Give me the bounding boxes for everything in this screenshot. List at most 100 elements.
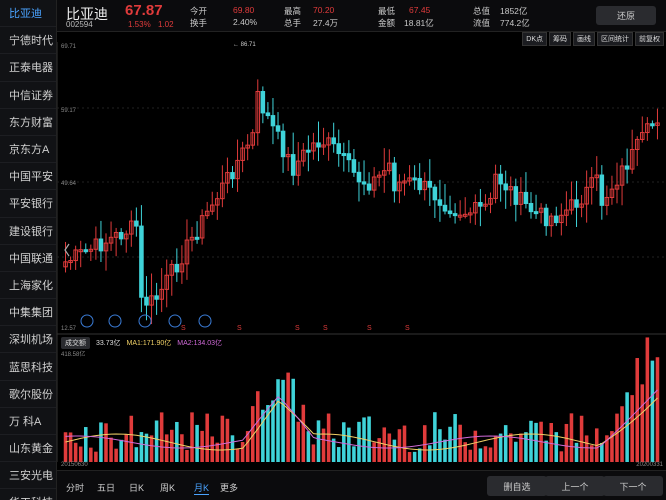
volume-bar bbox=[615, 413, 619, 462]
volume-bar bbox=[448, 426, 452, 462]
volume-legend: 成交额 33.73亿 MA1:171.90亿 MA2:134.03亿 bbox=[61, 337, 222, 349]
candle-body bbox=[351, 159, 357, 173]
stock-change-pct: 1.53% bbox=[128, 20, 151, 29]
volume-bar bbox=[428, 445, 432, 462]
sidebar-item-2[interactable]: 正泰电器 bbox=[0, 54, 56, 82]
sidebar-item-6[interactable]: 中国平安 bbox=[0, 163, 56, 191]
volume-bar bbox=[534, 422, 538, 462]
candle-body bbox=[442, 204, 448, 212]
total-cap-label: 总值 bbox=[473, 6, 491, 16]
sell-marker: S bbox=[405, 325, 410, 332]
period-5day[interactable]: 五日 bbox=[97, 481, 115, 494]
candle-body bbox=[144, 296, 149, 306]
sidebar-item-4[interactable]: 东方财富 bbox=[0, 109, 56, 136]
volume-bar bbox=[412, 451, 417, 462]
candle-body bbox=[554, 215, 559, 224]
sidebar-item-18[interactable]: 华工科技 bbox=[0, 489, 56, 500]
period-weekly[interactable]: 周K bbox=[160, 481, 175, 494]
chart-tool-icon-0[interactable] bbox=[80, 314, 94, 328]
sidebar-item-13[interactable]: 蓝思科技 bbox=[0, 353, 56, 381]
volume-bar bbox=[620, 406, 624, 462]
volume-bar bbox=[357, 421, 361, 462]
sidebar-item-14[interactable]: 歌尔股份 bbox=[0, 381, 56, 408]
candle-body bbox=[316, 142, 321, 148]
chart-tool-icon-1[interactable] bbox=[108, 314, 122, 328]
chart-tool-icon-3[interactable] bbox=[168, 314, 182, 328]
high-marker-label: ← 86.71 bbox=[233, 42, 256, 48]
volume-bar bbox=[367, 416, 371, 462]
volume-bar bbox=[372, 442, 376, 462]
volume-bar bbox=[185, 449, 189, 462]
sell-marker: S bbox=[181, 325, 186, 332]
sidebar-item-10[interactable]: 上海家化 bbox=[0, 272, 56, 300]
volume-bar bbox=[311, 444, 316, 462]
candle-body bbox=[503, 183, 508, 191]
candle-body bbox=[346, 153, 352, 161]
volume-bar bbox=[422, 425, 427, 462]
sidebar-item-17[interactable]: 三安光电 bbox=[0, 462, 56, 490]
amount-label: 金额 bbox=[378, 18, 396, 28]
next-button[interactable]: 下一个 bbox=[603, 476, 663, 496]
sidebar-item-5[interactable]: 京东方A bbox=[0, 136, 56, 164]
volume-bar bbox=[493, 435, 498, 462]
candle-body bbox=[280, 130, 286, 158]
candlestick-chart[interactable]: S S S S S S ← 86.71 bbox=[57, 32, 666, 470]
volume-bar bbox=[149, 435, 154, 462]
volume-bar bbox=[190, 412, 194, 462]
candle-body bbox=[417, 178, 422, 191]
period-more[interactable]: 更多 bbox=[220, 481, 238, 494]
stock-sidebar: 比亚迪 宁德时代 正泰电器 中信证券 东方财富 京东方A 中国平安 平安银行 建设银行 中国联通上… bbox=[0, 0, 57, 500]
volume-bar bbox=[397, 429, 402, 462]
volume-bar bbox=[154, 420, 159, 462]
sidebar-item-3[interactable]: 中信证券 bbox=[0, 82, 56, 109]
volume-bar bbox=[195, 424, 199, 462]
candle-body bbox=[624, 165, 630, 170]
low-value: 67.45 bbox=[409, 5, 431, 15]
candle-body bbox=[427, 180, 433, 188]
remove-watchlist-button[interactable]: 删自选 bbox=[487, 476, 547, 496]
volume-bar bbox=[104, 423, 108, 462]
chart-tool-icon-2[interactable] bbox=[138, 314, 152, 328]
open-value: 69.80 bbox=[233, 5, 255, 15]
candle-body bbox=[513, 186, 519, 205]
volume-bar bbox=[473, 430, 478, 462]
sell-marker: S bbox=[295, 325, 300, 332]
price-tick-top: 69.71 bbox=[61, 44, 77, 50]
volume-bar bbox=[478, 448, 483, 462]
sell-marker: S bbox=[367, 325, 372, 332]
date-end: 20200331 bbox=[636, 462, 663, 468]
sidebar-item-12[interactable]: 深圳机场 bbox=[0, 326, 56, 354]
volume-bar bbox=[99, 422, 103, 462]
volume-bar bbox=[83, 427, 88, 462]
volume-bar bbox=[144, 433, 149, 462]
candle-body bbox=[392, 162, 397, 192]
period-daily[interactable]: 日K bbox=[129, 481, 144, 494]
sidebar-item-9[interactable]: 中国联通 bbox=[0, 245, 56, 272]
period-monthly[interactable]: 月K bbox=[194, 481, 210, 495]
candle-body bbox=[265, 112, 271, 117]
sidebar-item-1[interactable]: 宁德时代 bbox=[0, 27, 56, 55]
candle-body bbox=[260, 91, 266, 114]
volume-bar bbox=[579, 415, 584, 462]
sidebar-item-11[interactable]: 中集集团 bbox=[0, 299, 56, 327]
sidebar-item-15[interactable]: 万 科A bbox=[0, 408, 56, 435]
sidebar-item-0[interactable]: 比亚迪 bbox=[0, 0, 56, 28]
volume-bar bbox=[342, 422, 346, 462]
candle-body bbox=[412, 177, 417, 181]
prev-button[interactable]: 上一个 bbox=[545, 476, 605, 496]
chart-tool-icon-4[interactable] bbox=[198, 314, 212, 328]
sidebar-item-16[interactable]: 山东黄金 bbox=[0, 435, 56, 463]
period-intraday[interactable]: 分时 bbox=[66, 481, 84, 494]
volume-bar bbox=[296, 421, 301, 462]
volume-bar bbox=[326, 413, 331, 462]
volume-type-button[interactable]: 成交额 bbox=[61, 337, 90, 349]
volume-bar bbox=[483, 446, 488, 462]
volume-bar bbox=[559, 451, 564, 462]
volume-bar bbox=[291, 378, 295, 462]
volume-bar bbox=[225, 418, 230, 462]
candle-body bbox=[174, 263, 180, 273]
ma1-line bbox=[65, 397, 658, 451]
sidebar-item-8[interactable]: 建设银行 bbox=[0, 218, 56, 245]
sidebar-item-7[interactable]: 平安银行 bbox=[0, 190, 56, 218]
restore-button[interactable]: 还原 bbox=[596, 6, 656, 25]
